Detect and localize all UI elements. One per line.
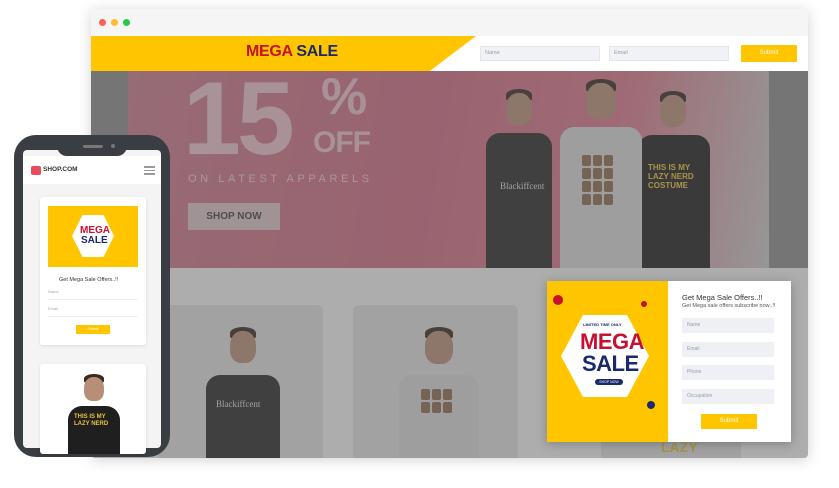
topbar-submit-button[interactable]: Submit [741, 45, 797, 62]
badge-sale-text: SALE [582, 351, 639, 376]
phone-speaker [83, 145, 103, 148]
hamburger-menu-icon[interactable] [144, 166, 155, 177]
phone-camera [111, 144, 115, 148]
confetti-dot [553, 295, 563, 305]
logo-sale-text: SALE [296, 43, 338, 60]
browser-chrome [91, 9, 808, 36]
popup-name-input[interactable]: Name [682, 318, 774, 333]
topbar-name-input[interactable]: Name [480, 46, 600, 61]
confetti-dot [647, 401, 655, 409]
popup-subtitle: Get Mega sale offers subscribe now..!! [682, 303, 776, 309]
mobile-submit-button[interactable]: Submit [76, 325, 110, 334]
minimize-window-button[interactable] [111, 19, 118, 26]
mobile-shirt-print: THIS IS MY LAZY NERD [74, 414, 109, 427]
mobile-name-input[interactable]: Name [48, 289, 138, 300]
mobile-popup-title: Get Mega Sale Offers..!! [59, 277, 119, 283]
badge-mega-text: MEGA [580, 329, 645, 354]
popup-title: Get Mega Sale Offers..!! [682, 293, 763, 302]
badge-top-text: LIMITED TIME ONLY [583, 322, 622, 327]
topbar-email-input[interactable]: Email [609, 46, 729, 61]
popup-occupation-input[interactable]: Occupation [682, 389, 774, 404]
shop-logo-icon [31, 166, 41, 175]
mobile-badge-sale: SALE [81, 235, 108, 246]
mobile-brand[interactable]: SHOP.COM [43, 166, 78, 173]
badge-shop-now: SHOP NOW [595, 379, 623, 385]
popup-phone-input[interactable]: Phone [682, 365, 774, 380]
close-window-button[interactable] [99, 19, 106, 26]
confetti-dot [641, 301, 647, 307]
logo-mega-text: MEGA [246, 43, 293, 60]
mobile-product-card[interactable]: THIS IS MY LAZY NERD [40, 364, 146, 454]
mobile-email-input[interactable]: Email [48, 306, 138, 317]
phone-notch [57, 140, 127, 156]
popup-email-input[interactable]: Email [682, 342, 774, 357]
maximize-window-button[interactable] [123, 19, 130, 26]
popup-submit-button[interactable]: Submit [701, 414, 757, 429]
mega-sale-logo: MEGA SALE [246, 43, 338, 61]
